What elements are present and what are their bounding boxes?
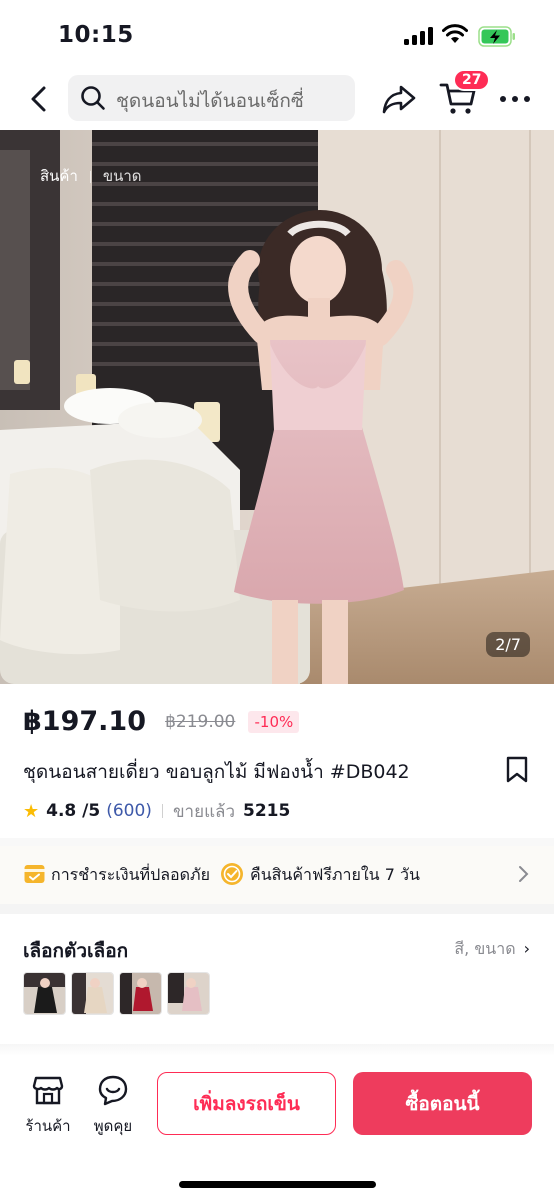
variant-thumbnail-pink[interactable] <box>167 972 210 1015</box>
chevron-right-icon <box>519 866 529 882</box>
status-time: 10:15 <box>58 22 134 48</box>
free-return-text: คืนสินค้าฟรีภายใน 7 วัน <box>250 865 420 884</box>
options-title: เลือกตัวเลือก <box>23 940 129 962</box>
discount-badge: -10% <box>248 710 300 733</box>
price-row: ฿197.10 ฿219.00 -10% <box>23 706 300 742</box>
bookmark-icon[interactable] <box>505 756 529 784</box>
review-count-link[interactable]: (600) <box>106 801 152 821</box>
search-icon <box>81 86 105 110</box>
share-icon[interactable] <box>380 80 418 118</box>
image-counter: 2/7 <box>486 632 530 657</box>
top-nav: ชุดนอนไม่ได้นอนเซ็กซี่ 27 <box>0 69 554 126</box>
sold-count: 5215 <box>243 801 291 821</box>
chat-icon <box>98 1075 128 1106</box>
variant-selector[interactable]: เลือกตัวเลือก สี, ขนาด › <box>0 914 554 1044</box>
search-bar[interactable]: ชุดนอนไม่ได้นอนเซ็กซี่ <box>68 75 355 121</box>
original-price: ฿219.00 <box>165 711 236 732</box>
tab-product[interactable]: สินค้า <box>40 167 78 185</box>
product-title: ชุดนอนสายเดี่ยว ขอบลูกไม้ มีฟองน้ำ #DB04… <box>23 761 410 783</box>
product-photo <box>0 130 554 684</box>
secure-payment-text: การชำระเงินที่ปลอดภัย <box>51 865 210 884</box>
cellular-signal-icon <box>404 27 434 45</box>
store-icon <box>32 1076 64 1105</box>
chevron-right-icon: › <box>523 939 530 958</box>
home-indicator <box>179 1181 376 1188</box>
variant-thumbnail-red[interactable] <box>119 972 162 1015</box>
tab-size[interactable]: ขนาด <box>103 167 142 185</box>
secure-payment-icon <box>24 865 45 883</box>
sold-label: ขายแล้ว <box>172 801 235 822</box>
add-to-cart-button[interactable]: เพิ่มลงรถเข็น <box>157 1072 336 1135</box>
shop-label: ร้านค้า <box>25 1117 71 1135</box>
status-bar: 10:15 <box>0 0 554 68</box>
options-summary[interactable]: สี, ขนาด › <box>454 937 530 962</box>
free-return-icon <box>221 863 243 885</box>
chat-label: พูดคุย <box>93 1117 133 1135</box>
rating-row: ★ 4.8 /5 (600) ขายแล้ว 5215 <box>23 799 290 823</box>
chat-button[interactable]: พูดคุย <box>88 1074 138 1138</box>
shop-button[interactable]: ร้านค้า <box>22 1074 74 1138</box>
variant-thumbnail-black[interactable] <box>23 972 66 1015</box>
buy-now-button[interactable]: ซื้อตอนนี้ <box>353 1072 532 1135</box>
product-image-carousel[interactable]: สินค้า ขนาด 2/7 <box>0 130 554 684</box>
rating-value: 4.8 /5 <box>46 801 101 821</box>
star-icon: ★ <box>23 800 40 822</box>
battery-charging-icon <box>478 26 515 47</box>
variant-thumbnails <box>23 972 210 1015</box>
more-options-icon[interactable] <box>498 88 532 110</box>
current-price: ฿197.10 <box>23 706 146 737</box>
variant-thumbnail-champagne[interactable] <box>71 972 114 1015</box>
image-category-tabs: สินค้า ขนาด <box>40 164 142 188</box>
wifi-icon <box>442 24 468 43</box>
bottom-action-bar: ร้านค้า พูดคุย เพิ่มลงรถเข็น ซื้อตอนนี้ <box>0 1056 554 1200</box>
options-summary-text: สี, ขนาด <box>454 939 516 958</box>
guarantee-bar[interactable]: การชำระเงินที่ปลอดภัย คืนสินค้าฟรีภายใน … <box>0 846 554 904</box>
search-query-text: ชุดนอนไม่ได้นอนเซ็กซี่ <box>116 90 304 112</box>
cart-count-badge: 27 <box>453 69 491 91</box>
back-arrow-icon[interactable] <box>22 82 56 116</box>
